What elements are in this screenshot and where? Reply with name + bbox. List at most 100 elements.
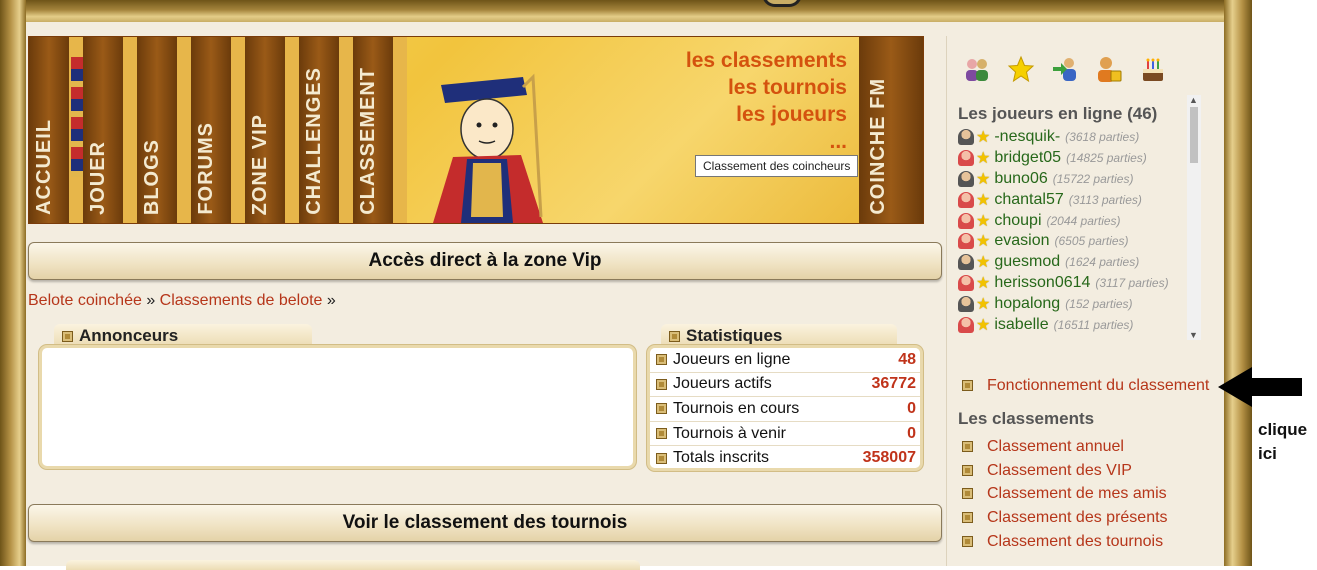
annonceurs-title: Annonceurs: [79, 326, 179, 345]
star-icon: ★: [976, 295, 991, 313]
tab-jouer[interactable]: JOUER: [83, 37, 137, 223]
online-player-row[interactable]: ★ evasion (6505 parties): [958, 231, 1186, 252]
online-player-row[interactable]: ★ -nesquik- (3618 parties): [958, 127, 1186, 148]
banner-tagline: les classements les tournois les joueurs…: [686, 47, 847, 155]
female-avatar-icon: [958, 150, 974, 167]
user-lock-icon[interactable]: [1094, 54, 1124, 84]
player-name[interactable]: chantal57: [994, 191, 1063, 209]
breadcrumb-classements[interactable]: Classements de belote: [160, 292, 323, 309]
player-games-count: (15722 parties): [1052, 171, 1134, 186]
bullet-icon: [656, 354, 667, 366]
classement-annuel-link[interactable]: Classement annuel: [962, 438, 1124, 456]
female-avatar-icon: [958, 316, 974, 333]
online-list-scrollbar[interactable]: ▲ ▼: [1187, 95, 1201, 340]
stat-row: Totals inscrits 358007: [650, 446, 920, 468]
tab-zone-vip[interactable]: ZONE VIP: [245, 37, 299, 223]
tab-challenges-label: CHALLENGES: [303, 67, 325, 215]
online-player-row[interactable]: ★ hopalong (152 parties): [958, 293, 1186, 314]
classement-link-label: Classement des présents: [987, 509, 1168, 526]
player-name[interactable]: bridget05: [994, 149, 1061, 167]
fonctionnement-classement-link[interactable]: Fonctionnement du classement: [962, 377, 1209, 395]
player-games-count: (3618 parties): [1065, 130, 1140, 145]
bullet-icon: [669, 331, 680, 343]
tab-forums-label: FORUMS: [195, 122, 217, 215]
online-player-row[interactable]: ★ chantal57 (3113 parties): [958, 189, 1186, 210]
player-name[interactable]: buno06: [994, 170, 1047, 188]
classement-vip-link[interactable]: Classement des VIP: [962, 462, 1132, 480]
online-player-row[interactable]: ★ buno06 (15722 parties): [958, 169, 1186, 190]
banner-line-tournois: les tournois: [727, 76, 847, 99]
player-name[interactable]: -nesquik-: [994, 128, 1060, 146]
cake-icon[interactable]: [1138, 54, 1168, 84]
stat-label: Joueurs actifs: [673, 375, 772, 393]
tab-challenges[interactable]: CHALLENGES: [299, 37, 353, 223]
tab-coinche-fm[interactable]: COINCHE FM: [859, 37, 923, 223]
player-games-count: (3117 parties): [1095, 275, 1169, 290]
card-strip: [71, 57, 83, 177]
player-name[interactable]: guesmod: [994, 253, 1060, 271]
breadcrumb-belote-coinchee[interactable]: Belote coinchée: [28, 292, 142, 309]
player-name[interactable]: herisson0614: [994, 274, 1090, 292]
male-avatar-icon: [958, 129, 974, 146]
stat-label: Joueurs en ligne: [673, 350, 791, 368]
star-icon: ★: [976, 150, 991, 168]
tab-classement[interactable]: CLASSEMENT: [353, 37, 407, 223]
scroll-up-icon[interactable]: ▲: [1189, 95, 1198, 105]
stat-label: Tournois à venir: [673, 424, 786, 442]
male-avatar-icon: [958, 254, 974, 271]
bullet-icon: [962, 441, 973, 453]
annotation-line: ici: [1258, 444, 1277, 463]
online-player-row[interactable]: ★ guesmod (1624 parties): [958, 252, 1186, 273]
online-player-row[interactable]: ★ herisson0614 (3117 parties): [958, 273, 1186, 294]
scroll-thumb[interactable]: [1190, 107, 1198, 163]
tab-accueil[interactable]: ACCUEIL: [29, 37, 83, 223]
classement-presents-link[interactable]: Classement des présents: [962, 509, 1168, 527]
banner-line-joueurs: les joueurs: [736, 103, 847, 126]
bullet-icon: [962, 380, 973, 392]
online-player-row[interactable]: ★ bridget05 (14825 parties): [958, 148, 1186, 169]
female-avatar-icon: [958, 233, 974, 250]
classements-title: Les classements: [958, 409, 1095, 428]
online-player-row[interactable]: ★ choupi (2044 parties): [958, 210, 1186, 231]
player-games-count: (14825 parties): [1066, 151, 1147, 166]
stat-value: 358007: [862, 449, 916, 467]
tab-forums[interactable]: FORUMS: [191, 37, 245, 223]
bullet-icon: [962, 465, 973, 477]
bullet-icon: [656, 403, 667, 415]
tab-blogs[interactable]: BLOGS: [137, 37, 191, 223]
annonceurs-panel: [39, 345, 636, 469]
player-name[interactable]: isabelle: [994, 316, 1048, 334]
annotation-text: clique ici: [1258, 418, 1307, 466]
scroll-down-icon[interactable]: ▼: [1189, 330, 1198, 340]
player-games-count: (1624 parties): [1065, 255, 1140, 270]
statistiques-panel: Joueurs en ligne 48 Joueurs actifs 36772 T…: [647, 345, 923, 471]
vip-zone-button[interactable]: Accès direct à la zone Vip: [28, 242, 942, 280]
friends-icon[interactable]: [1050, 54, 1080, 84]
classement-link-label: Classement de mes amis: [987, 485, 1167, 502]
annotation-arrow-icon: [1218, 367, 1302, 407]
bullet-icon: [62, 331, 73, 343]
female-avatar-icon: [958, 212, 974, 229]
tab-classement-label: CLASSEMENT: [357, 67, 379, 215]
female-avatar-icon: [958, 191, 974, 208]
player-name[interactable]: choupi: [994, 212, 1041, 230]
star-icon: ★: [976, 274, 991, 292]
tab-jouer-label: JOUER: [87, 141, 109, 215]
player-name[interactable]: hopalong: [994, 295, 1060, 313]
stat-value: 36772: [871, 375, 917, 393]
male-avatar-icon: [958, 170, 974, 187]
group-icon[interactable]: [962, 54, 992, 84]
stat-value: 0: [907, 399, 916, 417]
banner-line-classements: les classements: [685, 49, 847, 72]
statistiques-title: Statistiques: [686, 326, 783, 345]
classement-tournois-link[interactable]: Classement des tournois: [962, 533, 1163, 551]
player-name[interactable]: evasion: [994, 232, 1049, 250]
right-frame: [1224, 0, 1252, 566]
online-player-row[interactable]: ★ isabelle (16511 parties): [958, 314, 1186, 335]
tab-blogs-label: BLOGS: [141, 138, 163, 215]
classement-amis-link[interactable]: Classement de mes amis: [962, 485, 1167, 503]
tournament-ranking-button[interactable]: Voir le classement des tournois: [28, 504, 942, 542]
star-icon[interactable]: [1006, 54, 1036, 84]
breadcrumb: Belote coinchée » Classements de belote …: [28, 292, 336, 310]
player-games-count: (3113 parties): [1068, 192, 1142, 207]
